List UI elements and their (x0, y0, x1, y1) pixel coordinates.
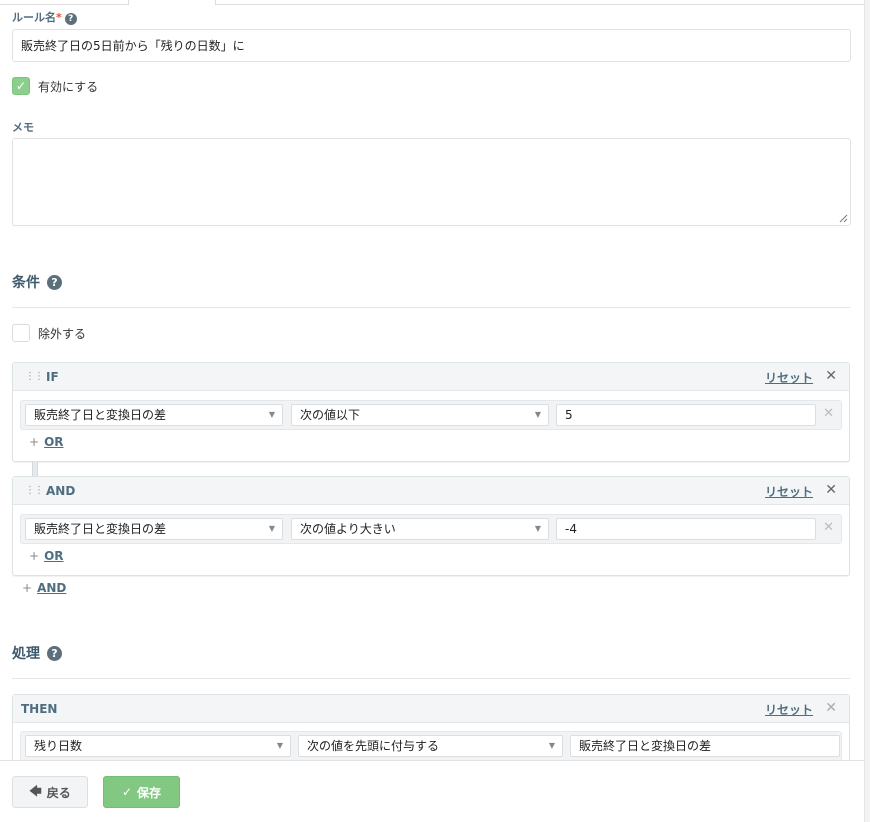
plus-icon: + (29, 549, 40, 563)
plus-icon: + (22, 581, 33, 595)
enabled-checkbox[interactable]: ✓ (12, 77, 30, 95)
block-header: ⋮⋮ IF リセット ✕ (13, 363, 849, 391)
scrollbar[interactable] (864, 0, 870, 822)
field-select[interactable]: 残り日数 ▼ (25, 735, 291, 757)
condition-block-if: ⋮⋮ IF リセット ✕ 販売終了日と変換日の差 ▼ 次の値以下 ▼ 5 ✕ + OR (12, 362, 850, 462)
caret-down-icon: ▼ (534, 524, 541, 533)
actions-title: 処理? (12, 643, 62, 663)
footer: 🡄 戻る ✓ 保存 (0, 760, 864, 822)
caret-down-icon: ▼ (534, 410, 541, 419)
check-icon: ✓ (15, 79, 27, 93)
reset-link[interactable]: リセット (765, 701, 813, 718)
drag-handle-icon[interactable]: ⋮⋮ (25, 371, 44, 382)
reset-link[interactable]: リセット (765, 483, 813, 500)
action-row: 残り日数 ▼ 次の値を先頭に付与する ▼ 販売終了日と変換日の差 (20, 731, 842, 761)
add-and-button[interactable]: + AND (22, 581, 66, 595)
resize-handle-icon[interactable] (838, 213, 848, 223)
exclude-checkbox[interactable] (12, 324, 30, 342)
value-input[interactable]: -4 (556, 518, 816, 540)
plus-icon: + (29, 435, 40, 449)
block-connector (32, 461, 38, 476)
memo-textarea[interactable] (12, 138, 851, 226)
rule-name-label: ルール名*? (12, 9, 77, 25)
back-button[interactable]: 🡄 戻る (12, 776, 88, 808)
close-icon[interactable]: ✕ (825, 482, 837, 498)
help-icon[interactable]: ? (47, 645, 62, 661)
exclude-label: 除外する (38, 327, 87, 341)
condition-row: 販売終了日と変換日の差 ▼ 次の値以下 ▼ 5 ✕ (20, 400, 842, 430)
add-or-button[interactable]: + OR (29, 435, 64, 449)
reset-link[interactable]: リセット (765, 369, 813, 386)
field-select[interactable]: 販売終了日と変換日の差 ▼ (25, 404, 283, 426)
help-icon[interactable]: ? (64, 13, 77, 25)
operator-select[interactable]: 次の値より大きい ▼ (291, 518, 549, 540)
drag-handle-icon[interactable]: ⋮⋮ (25, 485, 44, 496)
close-icon[interactable]: ✕ (825, 368, 837, 384)
close-icon[interactable]: ✕ (825, 700, 837, 716)
tab-bar (0, 0, 864, 5)
divider (12, 678, 850, 679)
active-tab[interactable] (128, 0, 216, 5)
caret-down-icon: ▼ (268, 524, 275, 533)
divider (12, 307, 850, 308)
field-select[interactable]: 販売終了日と変換日の差 ▼ (25, 518, 283, 540)
block-header: THEN リセット ✕ (13, 695, 849, 723)
block-title: THEN (21, 701, 58, 716)
operator-select[interactable]: 次の値を先頭に付与する ▼ (298, 735, 563, 757)
caret-down-icon: ▼ (276, 741, 283, 750)
condition-row: 販売終了日と変換日の差 ▼ 次の値より大きい ▼ -4 ✕ (20, 514, 842, 544)
conditions-title: 条件? (12, 272, 62, 292)
condition-block-and: ⋮⋮ AND リセット ✕ 販売終了日と変換日の差 ▼ 次の値より大きい ▼ -4 … (12, 476, 850, 576)
save-button[interactable]: ✓ 保存 (103, 776, 180, 808)
caret-down-icon: ▼ (548, 741, 555, 750)
remove-row-icon[interactable]: ✕ (823, 520, 834, 535)
arrow-left-icon: 🡄 (29, 783, 42, 798)
remove-row-icon[interactable]: ✕ (823, 406, 834, 421)
memo-label: メモ (12, 121, 34, 134)
block-title: IF (46, 369, 59, 384)
check-icon: ✓ (121, 785, 133, 799)
operator-select[interactable]: 次の値以下 ▼ (291, 404, 549, 426)
block-header: ⋮⋮ AND リセット ✕ (13, 477, 849, 505)
enabled-label: 有効にする (38, 80, 99, 94)
value-input[interactable]: 5 (556, 404, 816, 426)
help-icon[interactable]: ? (47, 274, 62, 290)
add-or-button[interactable]: + OR (29, 549, 64, 563)
caret-down-icon: ▼ (268, 410, 275, 419)
rule-name-input[interactable]: 販売終了日の5日前から「残りの日数」に (12, 29, 851, 62)
block-title: AND (46, 483, 76, 498)
value-input[interactable]: 販売終了日と変換日の差 (570, 735, 840, 757)
